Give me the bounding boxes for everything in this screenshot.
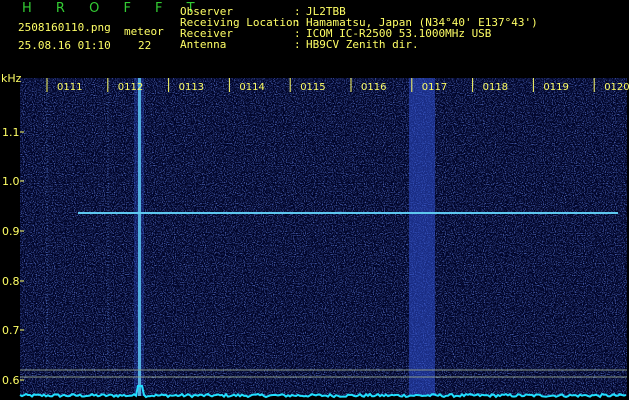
y-unit-label: kHz: [1, 72, 22, 85]
time-tick-label: 0114: [239, 82, 264, 93]
y-tick-label: 0.9: [2, 225, 20, 238]
time-tick-label: 0120: [604, 82, 629, 93]
time-tick-label: 0112: [118, 82, 143, 93]
time-tick-label: 0113: [179, 82, 204, 93]
time-tick-label: 0111: [57, 82, 82, 93]
y-tick-label: 0.6: [2, 374, 20, 387]
time-tick-label: 0115: [300, 82, 325, 93]
y-tick-label: 0.8: [2, 275, 20, 288]
time-tick-label: 0117: [422, 82, 447, 93]
carrier-line: [138, 78, 141, 396]
time-tick-label: 0116: [361, 82, 386, 93]
spectrogram: kHz 1.1 1.0 0.9 0.8 0.7 0.6 0111 0112 0113 0114 01…: [1, 72, 629, 399]
time-tick-label: 0119: [543, 82, 568, 93]
interference-band: [409, 78, 435, 396]
spectrogram-noise: [20, 78, 627, 396]
y-tick-label: 1.1: [2, 126, 20, 139]
time-tick-label: 0118: [483, 82, 508, 93]
y-tick-label: 1.0: [2, 175, 20, 188]
y-tick-label: 0.7: [2, 324, 20, 337]
